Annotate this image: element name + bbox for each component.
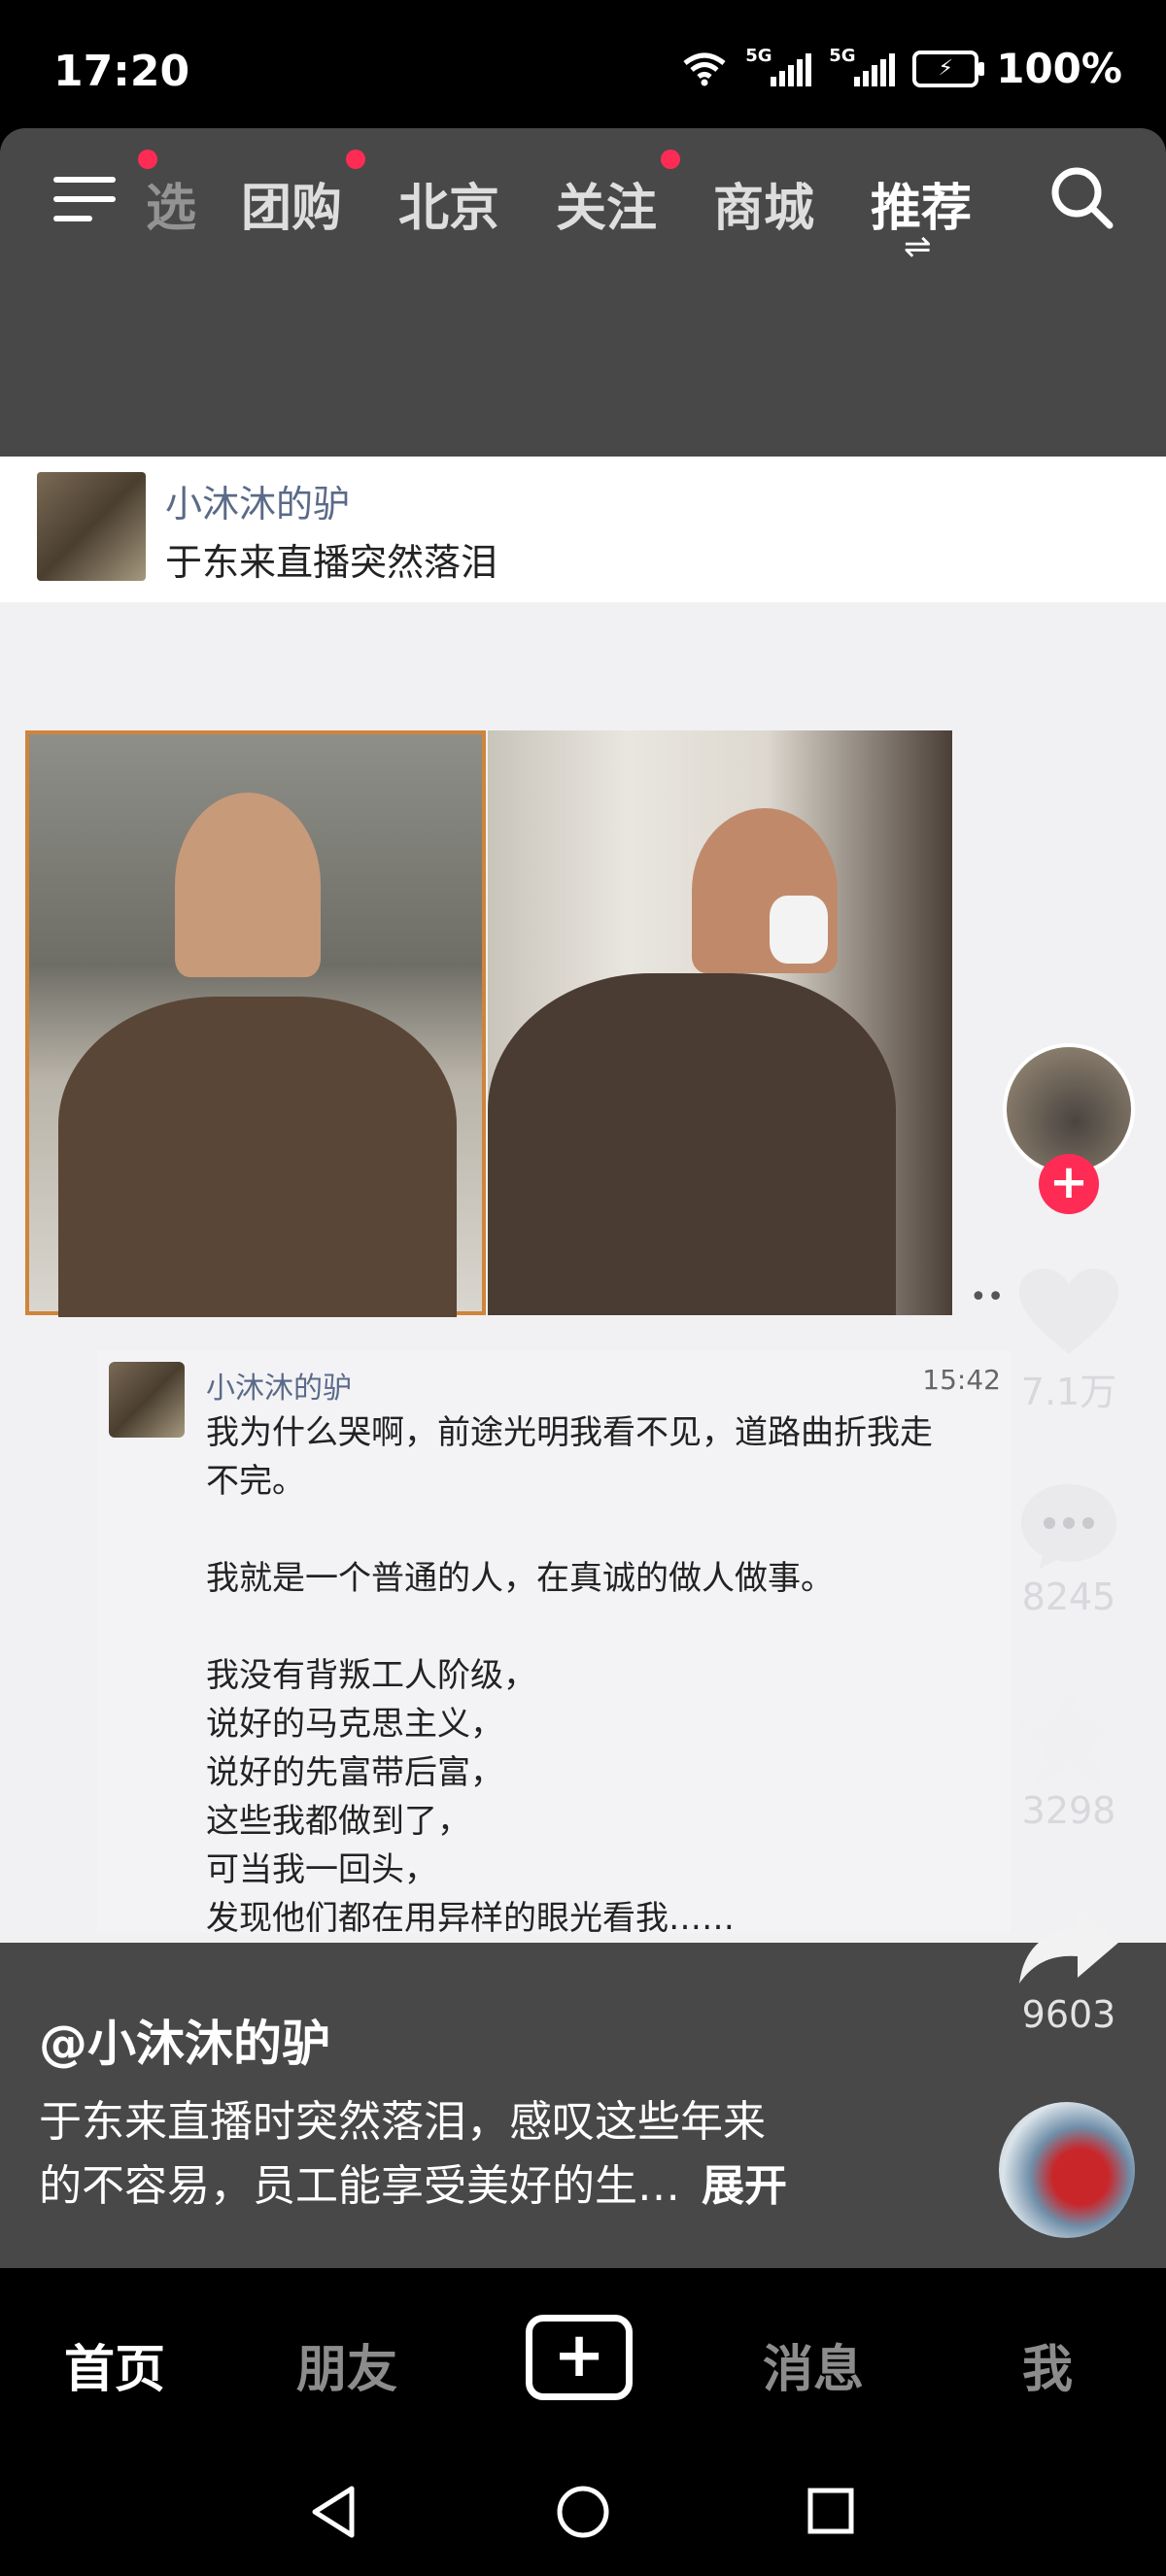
comment-icon bbox=[1021, 1484, 1116, 1570]
system-nav bbox=[0, 2448, 1166, 2576]
post-title: 于东来直播突然落泪 bbox=[165, 541, 498, 584]
chat-line: 不完。 bbox=[206, 1462, 305, 1501]
caption-line: 的不容易，员工能享受美好的生… bbox=[39, 2161, 680, 2211]
chat-line: 可当我一回头， bbox=[206, 1850, 437, 1889]
favorite-count: 3298 bbox=[1021, 1789, 1116, 1832]
bottom-tab-friends[interactable]: 朋友 bbox=[296, 2328, 397, 2401]
swap-icon: ⇌ bbox=[904, 227, 932, 266]
wifi-icon bbox=[683, 52, 726, 85]
chat-time: 15:42 bbox=[922, 1364, 1001, 1396]
chat-line: 这些我都做到了， bbox=[206, 1802, 470, 1841]
tab-beijing[interactable]: 北京 bbox=[398, 167, 499, 240]
bottom-tab-me[interactable]: 我 bbox=[1022, 2328, 1073, 2401]
man-body-left bbox=[58, 997, 457, 1317]
chat-line: 我就是一个普通的人，在真诚的做人做事。 bbox=[206, 1559, 834, 1598]
like-count: 7.1万 bbox=[1020, 1371, 1117, 1413]
photo-left bbox=[25, 730, 486, 1317]
share-count: 9603 bbox=[1021, 1993, 1116, 2036]
comment-button[interactable]: 8245 bbox=[1001, 1478, 1137, 1618]
heart-icon bbox=[1019, 1269, 1118, 1354]
caption-line: 于东来直播时突然落泪，感叹这些年来 bbox=[39, 2097, 766, 2147]
man-face-left bbox=[175, 793, 321, 977]
create-button[interactable]: + bbox=[526, 2315, 633, 2400]
tab-following-badge bbox=[661, 150, 680, 169]
search-icon[interactable] bbox=[1047, 163, 1115, 231]
menu-icon[interactable] bbox=[53, 169, 116, 227]
music-disc[interactable] bbox=[999, 2102, 1135, 2238]
menu-badge bbox=[138, 150, 157, 169]
tab-featured[interactable]: 选 bbox=[146, 167, 196, 240]
back-icon[interactable] bbox=[309, 2485, 358, 2539]
tab-group-buy-badge bbox=[346, 150, 365, 169]
follow-button[interactable]: + bbox=[1039, 1154, 1099, 1214]
share-icon bbox=[1019, 1908, 1118, 1983]
tab-mall[interactable]: 商城 bbox=[713, 167, 814, 240]
tab-group-buy[interactable]: 团购 bbox=[241, 167, 342, 240]
post-header: 小沐沐的驴 于东来直播突然落泪 bbox=[0, 457, 1166, 602]
more-dots: •• bbox=[970, 1280, 1005, 1314]
chat-screenshot: 小沐沐的驴 15:42 我为什么哭啊，前途光明我看不见，道路曲折我走 不完。 我… bbox=[97, 1350, 1011, 1938]
expand-button[interactable]: 展开 bbox=[702, 2161, 787, 2211]
man-body-right bbox=[488, 973, 896, 1315]
caption-author[interactable]: @小沐沐的驴 bbox=[39, 2005, 330, 2075]
home-icon[interactable] bbox=[556, 2485, 610, 2539]
status-bar: 17:20 5G 5G ⚡ 100% bbox=[0, 0, 1166, 136]
status-icons: 5G 5G ⚡ 100% bbox=[681, 45, 1122, 92]
top-nav: 选 团购 北京 关注 商城 推荐 ⇌ bbox=[0, 128, 1166, 284]
like-button[interactable]: 7.1万 bbox=[1001, 1265, 1137, 1415]
status-time: 17:20 bbox=[53, 47, 190, 96]
post-image: 小沐沐的驴 于东来直播突然落泪 •• 小沐沐的驴 15:42 我为什么哭啊，前途… bbox=[0, 457, 1166, 1943]
caption-text: 于东来直播时突然落泪，感叹这些年来 的不容易，员工能享受美好的生… 展开 bbox=[39, 2090, 894, 2219]
chat-line: 我为什么哭啊，前途光明我看不见，道路曲折我走 bbox=[206, 1413, 933, 1452]
chat-line: 发现他们都在用异样的眼光看我…… bbox=[206, 1899, 735, 1938]
chat-message: 我为什么哭啊，前途光明我看不见，道路曲折我走 不完。 我就是一个普通的人，在真诚… bbox=[206, 1408, 1003, 1943]
chat-line: 说好的先富带后富， bbox=[206, 1753, 503, 1792]
comment-count: 8245 bbox=[1021, 1576, 1116, 1618]
chat-line: 说好的马克思主义， bbox=[206, 1705, 503, 1744]
bottom-nav: 首页 朋友 + 消息 我 bbox=[0, 2268, 1166, 2448]
battery-level: 100% bbox=[996, 45, 1122, 92]
signal-icon: 5G bbox=[745, 46, 812, 86]
tab-following[interactable]: 关注 bbox=[556, 167, 657, 240]
post-avatar bbox=[37, 472, 146, 581]
photo-right bbox=[488, 730, 952, 1315]
video-frame bbox=[25, 730, 952, 1317]
chat-line: 我没有背叛工人阶级， bbox=[206, 1656, 536, 1695]
recents-icon[interactable] bbox=[806, 2487, 855, 2535]
signal-icon-2: 5G bbox=[829, 46, 896, 86]
star-icon bbox=[1018, 1689, 1119, 1784]
battery-icon: ⚡ bbox=[912, 50, 985, 87]
video-feed[interactable]: 选 团购 北京 关注 商城 推荐 ⇌ 小沐沐的驴 于东来直播突然落泪 •• 小沐… bbox=[0, 128, 1166, 2448]
bottom-tab-messages[interactable]: 消息 bbox=[763, 2328, 864, 2401]
bottom-tab-home[interactable]: 首页 bbox=[64, 2328, 165, 2401]
favorite-button[interactable]: 3298 bbox=[1001, 1688, 1137, 1832]
chat-avatar bbox=[109, 1362, 185, 1438]
post-username: 小沐沐的驴 bbox=[165, 483, 351, 525]
tissue bbox=[770, 896, 828, 964]
share-button[interactable]: 9603 bbox=[1001, 1902, 1137, 2036]
chat-name: 小沐沐的驴 bbox=[206, 1372, 352, 1406]
